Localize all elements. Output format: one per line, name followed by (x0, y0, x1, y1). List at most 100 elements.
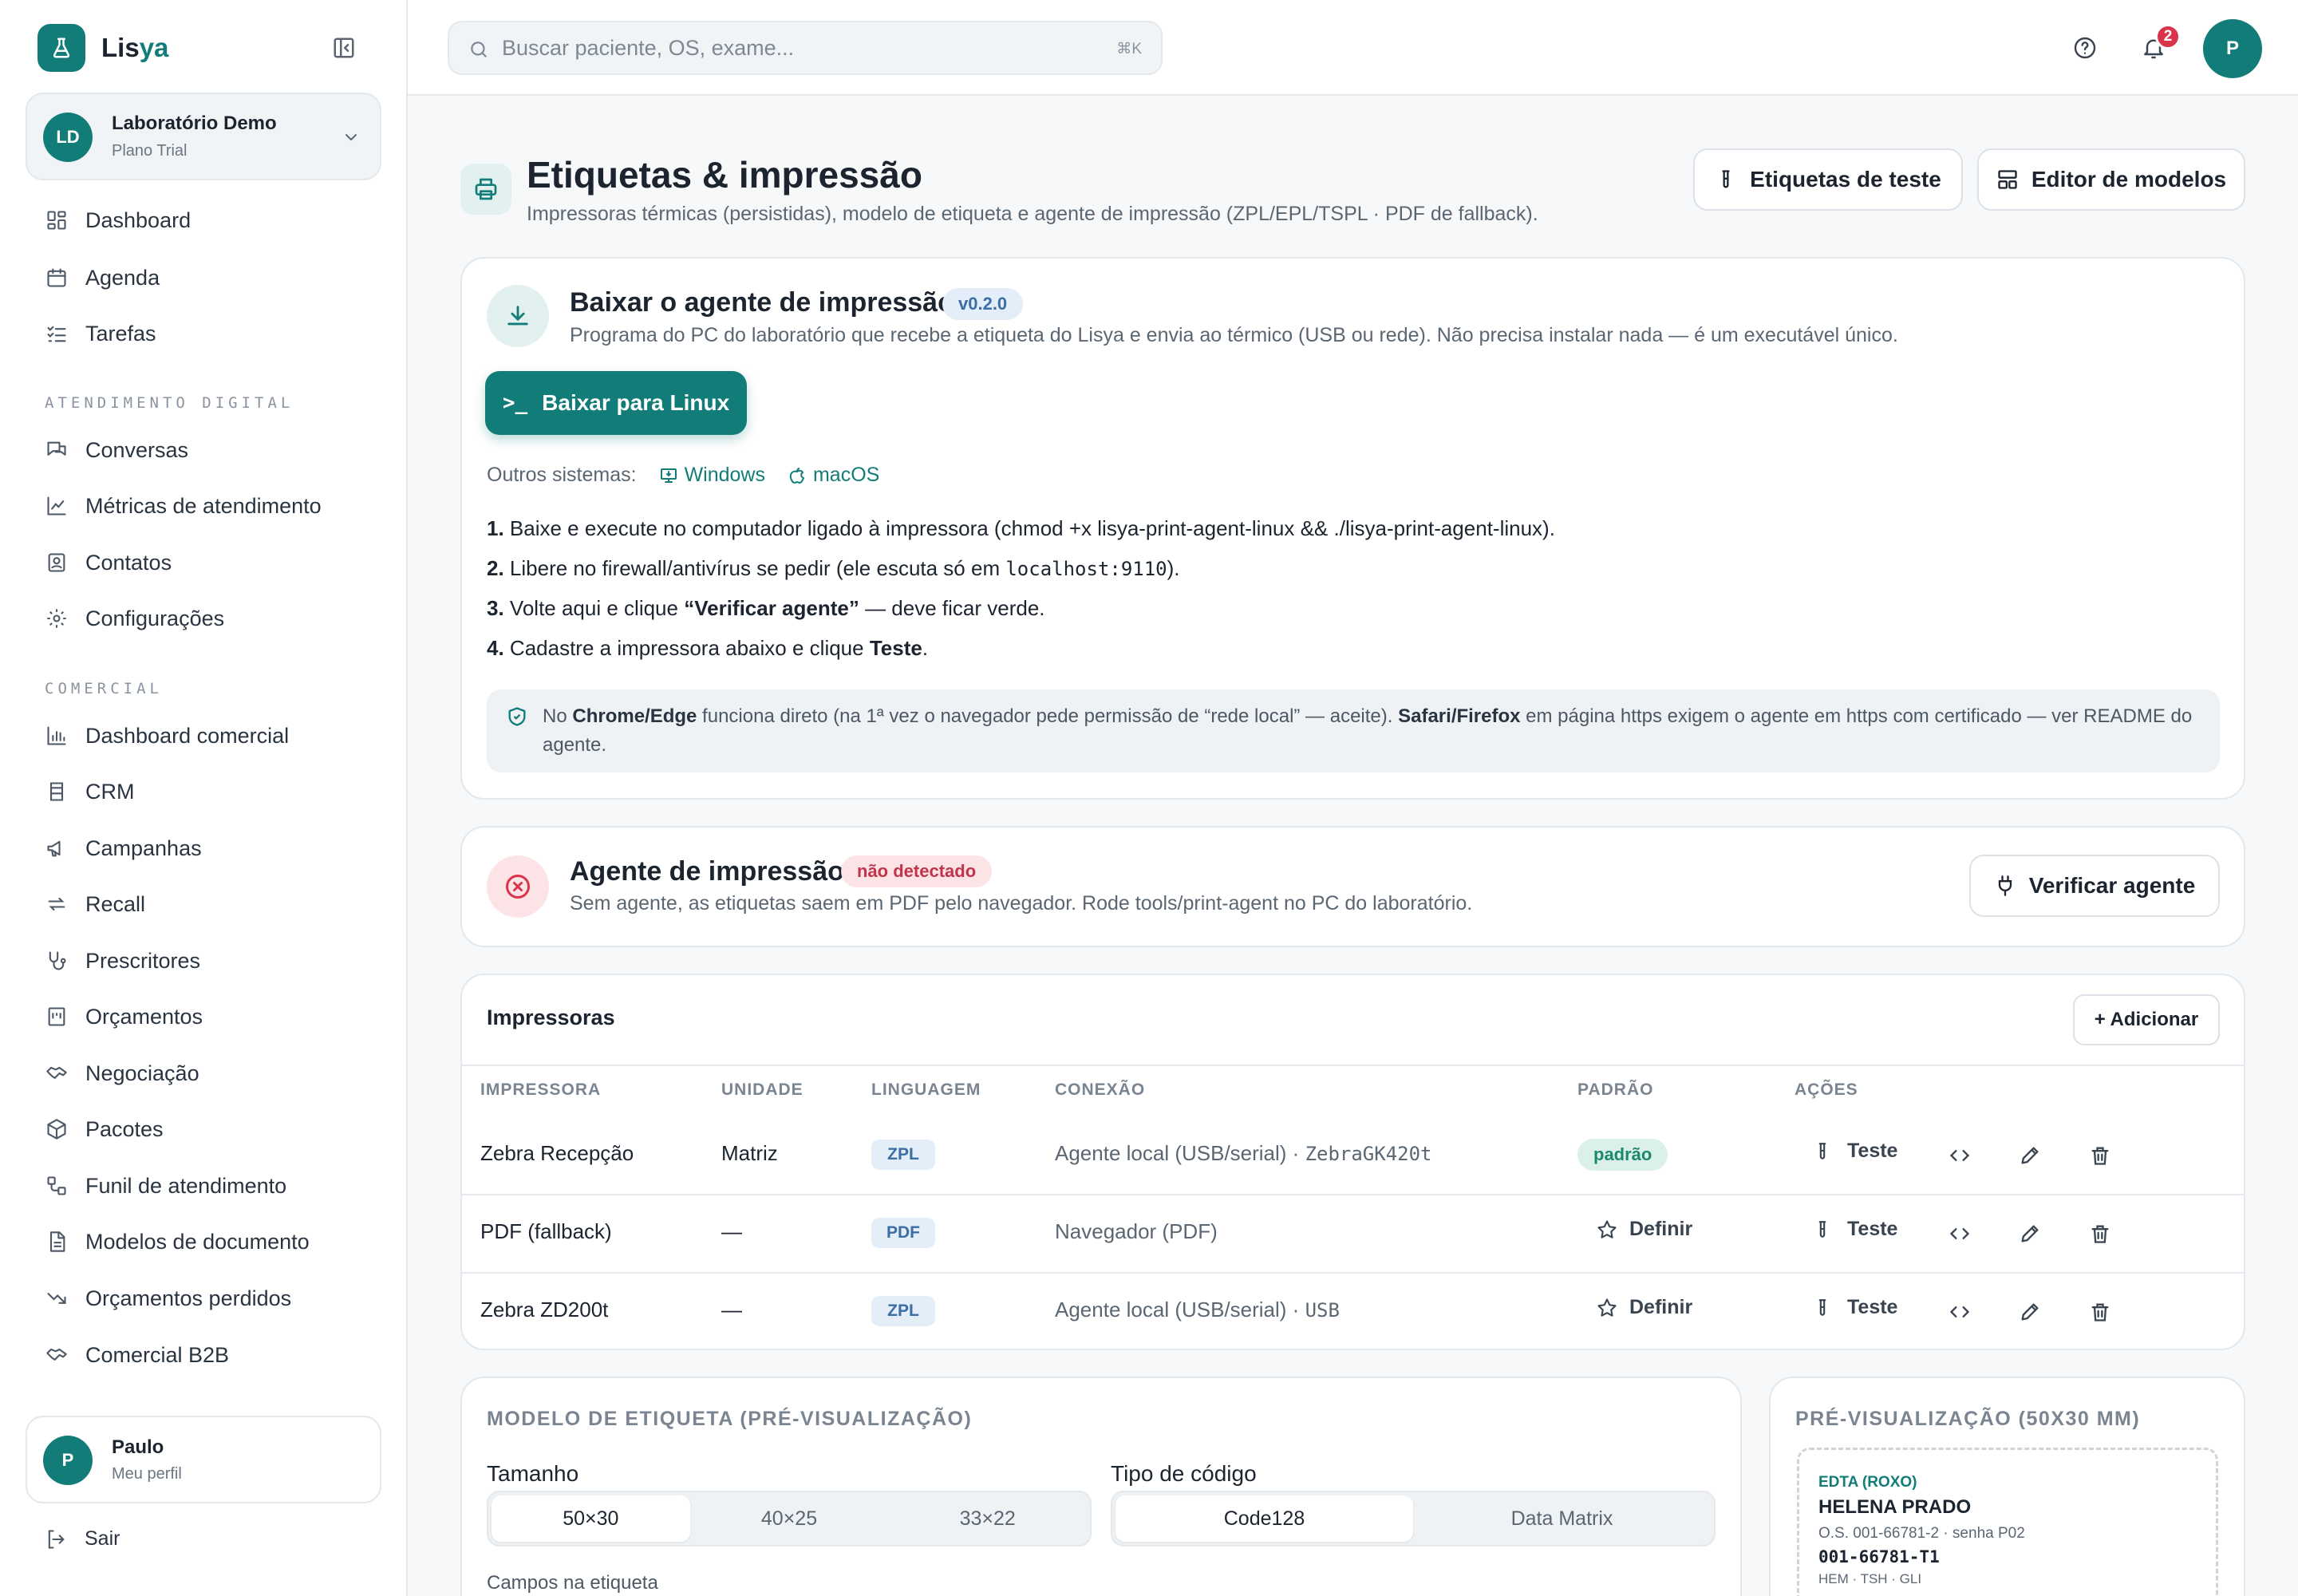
verify-agent-button[interactable]: Verificar agente (1969, 855, 2220, 917)
megaphone-icon (45, 836, 69, 860)
code-option-code128[interactable]: Code128 (1115, 1495, 1413, 1542)
default-badge: padrão (1577, 1139, 1668, 1171)
sidebar-collapse-icon[interactable] (332, 36, 356, 60)
sidebar-item-label: Agenda (85, 265, 160, 290)
agent-status-desc: Sem agente, as etiquetas saem em PDF pel… (570, 892, 1473, 915)
sidebar-item-pacotes[interactable]: Pacotes (45, 1113, 164, 1145)
sidebar-item-dashboard-comercial[interactable]: Dashboard comercial (45, 720, 289, 752)
sidebar-item-label: Dashboard comercial (85, 723, 290, 748)
test-print-button[interactable]: Teste (1812, 1218, 1897, 1241)
other-systems: Outros sistemas: Windows macOS (487, 464, 879, 487)
pencil-icon[interactable] (2014, 1140, 2046, 1171)
sidebar-item-label: Orçamentos (85, 1004, 203, 1029)
code-icon[interactable] (1944, 1296, 1976, 1328)
test-print-button[interactable]: Teste (1812, 1296, 1897, 1319)
test-tube-icon (1818, 1142, 1826, 1159)
sidebar-item-tarefas[interactable]: Tarefas (45, 318, 156, 350)
gear-icon (45, 606, 69, 630)
sidebar-item-negociacao[interactable]: Negociação (45, 1057, 199, 1089)
add-printer-button[interactable]: + Adicionar (2073, 994, 2220, 1045)
apple-icon (789, 467, 804, 484)
org-avatar: LD (43, 113, 93, 162)
repeat-icon (45, 892, 69, 916)
sidebar-item-dashboard[interactable]: Dashboard (45, 204, 191, 236)
sidebar-item-crm[interactable]: CRM (45, 776, 135, 808)
line-chart-icon (45, 494, 69, 518)
search-shortcut: ⌘K (1116, 41, 1142, 57)
test-print-button[interactable]: Teste (1812, 1140, 1897, 1163)
brand[interactable]: Lisya (38, 24, 168, 72)
preview-caption: PRÉ-VISUALIZAÇÃO (50X30 MM) (1795, 1408, 2141, 1430)
sidebar-item-orcamentos-perdidos[interactable]: Orçamentos perdidos (45, 1282, 291, 1314)
nav-section-comercial: COMERCIAL (45, 680, 163, 697)
search-box[interactable]: ⌘K (448, 21, 1163, 75)
sidebar-item-label: Contatos (85, 550, 172, 575)
trash-icon[interactable] (2084, 1140, 2116, 1171)
code-icon[interactable] (1944, 1140, 1976, 1171)
avatar[interactable]: P (2203, 19, 2262, 78)
sidebar-item-label: Dashboard (85, 207, 192, 232)
set-default-button[interactable]: Definir (1596, 1218, 1692, 1241)
size-selector[interactable]: 50×30 40×25 33×22 (487, 1491, 1092, 1547)
sidebar-item-contatos[interactable]: Contatos (45, 547, 172, 579)
test-labels-button[interactable]: Etiquetas de teste (1693, 148, 1963, 211)
sidebar-item-label: Recall (85, 891, 146, 916)
sidebar-item-conversas[interactable]: Conversas (45, 434, 188, 466)
sidebar-item-recall[interactable]: Recall (45, 888, 145, 920)
size-option-33x22[interactable]: 33×22 (888, 1495, 1087, 1542)
document-icon (45, 1230, 69, 1254)
sidebar-item-modelos-documento[interactable]: Modelos de documento (45, 1226, 310, 1258)
column-header: UNIDADE (721, 1080, 804, 1099)
contact-icon (45, 551, 69, 575)
user-profile-card[interactable]: P Paulo Meu perfil (26, 1416, 381, 1503)
sidebar-item-label: Conversas (85, 437, 189, 462)
template-editor-button[interactable]: Editor de modelos (1977, 148, 2245, 211)
trash-icon[interactable] (2084, 1296, 2116, 1328)
macos-link[interactable]: macOS (788, 464, 879, 487)
help-icon[interactable] (2072, 35, 2098, 61)
sidebar-item-orcamentos[interactable]: Orçamentos (45, 1001, 203, 1033)
code-type-label: Tipo de código (1111, 1461, 1257, 1486)
test-tube-icon (1818, 1220, 1826, 1238)
pencil-icon[interactable] (2014, 1218, 2046, 1250)
sidebar-item-label: Métricas de atendimento (85, 493, 322, 518)
download-linux-button[interactable]: >_ Baixar para Linux (485, 371, 747, 435)
sidebar-item-campanhas[interactable]: Campanhas (45, 832, 202, 864)
user-name: Paulo (112, 1436, 164, 1458)
windows-link[interactable]: Windows (659, 464, 765, 487)
size-option-40x25[interactable]: 40×25 (690, 1495, 889, 1542)
handshake-icon (45, 1061, 69, 1085)
label-fields-label: Campos na etiqueta (487, 1572, 658, 1594)
org-switcher[interactable]: LD Laboratório Demo Plano Trial (26, 93, 381, 180)
code-icon[interactable] (1944, 1218, 1976, 1250)
calendar-icon (45, 266, 69, 290)
search-input[interactable] (502, 32, 1060, 64)
avatar: P (43, 1436, 93, 1485)
sidebar-item-label: Modelos de documento (85, 1229, 310, 1254)
size-option-50x30[interactable]: 50×30 (492, 1495, 690, 1542)
sidebar-item-label: Funil de atendimento (85, 1173, 287, 1198)
set-default-button[interactable]: Definir (1596, 1296, 1692, 1319)
logout-label: Sair (85, 1527, 120, 1550)
brand-name: Lisya (101, 33, 169, 62)
other-systems-label: Outros sistemas: (487, 464, 637, 486)
sidebar-item-comercial-b2b[interactable]: Comercial B2B (45, 1339, 229, 1371)
sidebar-item-agenda[interactable]: Agenda (45, 262, 160, 294)
sidebar-item-metricas[interactable]: Métricas de atendimento (45, 490, 322, 522)
page-subtitle: Impressoras térmicas (persistidas), mode… (527, 203, 1538, 225)
code-type-selector[interactable]: Code128 Data Matrix (1111, 1491, 1716, 1547)
tube-type: EDTA (ROXO) (1818, 1474, 1917, 1491)
logout-button[interactable]: Sair (45, 1527, 120, 1551)
test-tube-icon (1818, 1298, 1826, 1316)
sidebar-item-configuracoes[interactable]: Configurações (45, 602, 224, 634)
dashboard-icon (45, 208, 69, 232)
step-4: 4. Cadastre a impressora abaixo e clique… (487, 636, 929, 660)
language-badge: ZPL (871, 1140, 935, 1170)
x-circle-icon (487, 855, 549, 918)
pencil-icon[interactable] (2014, 1296, 2046, 1328)
sidebar-item-prescritores[interactable]: Prescritores (45, 945, 200, 977)
trash-icon[interactable] (2084, 1218, 2116, 1250)
sidebar-item-funil[interactable]: Funil de atendimento (45, 1170, 286, 1202)
shield-check-icon (506, 705, 528, 728)
code-option-datamatrix[interactable]: Data Matrix (1413, 1495, 1711, 1542)
